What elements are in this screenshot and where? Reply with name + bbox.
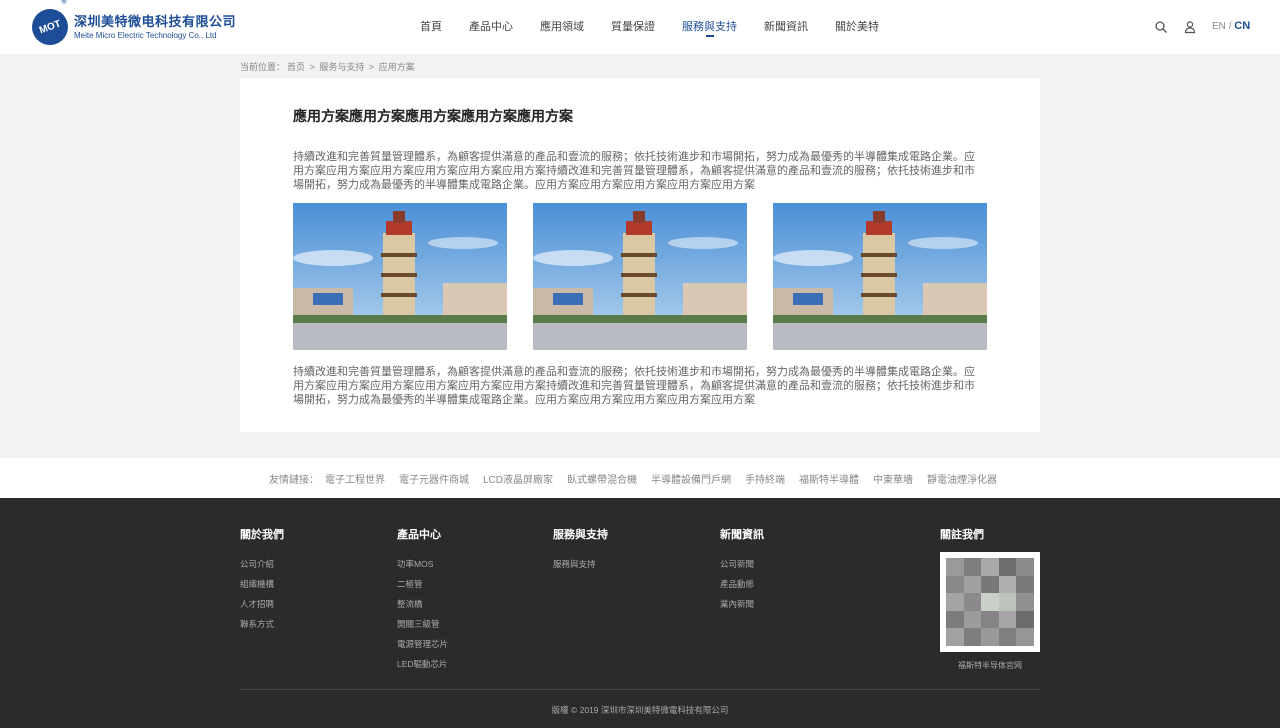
footer-column-products: 產品中心 功率MOS 二極管 整流橋 開關三級管 電源管理芯片 LED驅動芯片 — [397, 526, 448, 674]
tower-photo — [533, 203, 747, 350]
friend-link[interactable]: 手持終端 — [745, 471, 785, 486]
breadcrumb-prefix: 当前位置： — [240, 62, 286, 72]
qr-code-image — [946, 558, 1034, 646]
company-logo[interactable]: MOT ® 深圳美特微电科技有限公司 Meite Micro Electric … — [26, 0, 237, 51]
footer-column-title: 關註我們 — [940, 529, 984, 541]
footer-link[interactable]: 公司新聞 — [720, 554, 764, 574]
image-gallery — [293, 203, 987, 350]
copyright: 版權 © 2019 深圳市深圳美特微電科技有限公司 — [551, 705, 729, 715]
footer-column-follow: 關註我們 — [940, 526, 984, 554]
friend-link[interactable]: 電子元器件商城 — [399, 471, 469, 486]
company-name-cn: 深圳美特微电科技有限公司 — [74, 13, 237, 29]
registered-mark: ® — [61, 0, 67, 6]
main-nav: 首頁 產品中心 應用領域 質量保證 服務與支持 新聞資訊 關於美特 — [420, 0, 906, 54]
breadcrumb: 当前位置： 首页 > 服务与支持 > 应用方案 — [240, 60, 417, 73]
footer-column-service: 服務與支持 服務與支持 — [553, 526, 608, 574]
footer-column-title: 產品中心 — [397, 529, 441, 541]
friend-links-bar: 友情鏈接： 電子工程世界 電子元器件商城 LCD液晶屏廠家 臥式螺帶混合機 半導… — [0, 458, 1280, 498]
footer-link[interactable]: 電源管理芯片 — [397, 634, 448, 654]
nav-applications[interactable]: 應用領域 — [540, 0, 584, 54]
footer-link[interactable]: LED驅動芯片 — [397, 654, 448, 674]
friend-link[interactable]: 中東華墻 — [873, 471, 913, 486]
qr-code-caption: 福斯特半导体官网 — [958, 661, 1022, 670]
footer-link[interactable]: 產品動態 — [720, 574, 764, 594]
footer-link[interactable]: 二極管 — [397, 574, 448, 594]
friend-link[interactable]: 電子工程世界 — [325, 471, 385, 486]
nav-quality[interactable]: 質量保證 — [611, 0, 655, 54]
article-paragraph: 持續改進和完善質量管理體系，為顧客提供滿意的產品和壹流的服務；依托技術進步和市場… — [293, 366, 975, 406]
footer-link[interactable]: 開關三級管 — [397, 614, 448, 634]
footer-link[interactable]: 公司介紹 — [240, 554, 284, 574]
footer-link[interactable]: 人才招聘 — [240, 594, 284, 614]
footer-divider — [240, 689, 1040, 690]
tower-photo — [293, 203, 507, 350]
footer-link[interactable]: 業內新聞 — [720, 594, 764, 614]
friend-links-label: 友情鏈接： — [268, 474, 319, 486]
footer: 關於我們 公司介紹 組織機構 人才招聘 聯系方式 產品中心 功率MOS 二極管 … — [0, 498, 1280, 728]
content-card: 應用方案應用方案應用方案應用方案應用方案 持續改進和完善質量管理體系，為顧客提供… — [240, 78, 1040, 432]
nav-service-support[interactable]: 服務與支持 — [682, 0, 737, 54]
breadcrumb-separator: > — [309, 62, 315, 72]
friend-link[interactable]: 半導體設備門戶網 — [651, 471, 731, 486]
footer-column-news: 新聞資訊 公司新聞 產品動態 業內新聞 — [720, 526, 764, 614]
qr-code — [940, 552, 1040, 652]
footer-link[interactable]: 整流橋 — [397, 594, 448, 614]
nav-news[interactable]: 新聞資訊 — [764, 0, 808, 54]
lang-cn[interactable]: CN — [1234, 20, 1250, 32]
footer-link[interactable]: 服務與支持 — [553, 554, 608, 574]
breadcrumb-current: 应用方案 — [378, 62, 415, 72]
header: MOT ® 深圳美特微电科技有限公司 Meite Micro Electric … — [0, 0, 1280, 54]
friend-link[interactable]: LCD液晶屏廠家 — [483, 471, 553, 486]
user-icon[interactable] — [1183, 20, 1197, 34]
footer-link[interactable]: 組織機構 — [240, 574, 284, 594]
logo-mark-text: MOT — [37, 18, 63, 36]
nav-products[interactable]: 產品中心 — [469, 0, 513, 54]
nav-about[interactable]: 關於美特 — [835, 0, 879, 54]
footer-column-title: 關於我們 — [240, 529, 284, 541]
company-name-en: Meite Micro Electric Technology Co., Ltd — [74, 30, 217, 40]
language-switch: EN / CN — [1212, 20, 1250, 32]
lang-separator: / — [1228, 21, 1232, 32]
footer-column-title: 新聞資訊 — [720, 529, 764, 541]
breadcrumb-separator: > — [368, 62, 375, 72]
application-photo[interactable] — [773, 203, 987, 350]
friend-link[interactable]: 靜電油煙淨化器 — [927, 471, 997, 486]
footer-link[interactable]: 功率MOS — [397, 554, 448, 574]
application-photo[interactable] — [533, 203, 747, 350]
footer-column-about: 關於我們 公司介紹 組織機構 人才招聘 聯系方式 — [240, 526, 284, 634]
friend-link[interactable]: 福斯特半導體 — [799, 471, 859, 486]
search-icon[interactable] — [1154, 20, 1168, 34]
page-title: 應用方案應用方案應用方案應用方案應用方案 — [293, 108, 573, 124]
footer-column-title: 服務與支持 — [553, 529, 608, 541]
friend-link[interactable]: 臥式螺帶混合機 — [567, 471, 637, 486]
tower-photo — [773, 203, 987, 350]
logo-mark: MOT ® — [26, 0, 74, 51]
footer-link[interactable]: 聯系方式 — [240, 614, 284, 634]
application-photo[interactable] — [293, 203, 507, 350]
breadcrumb-home[interactable]: 首页 — [287, 62, 305, 72]
breadcrumb-service[interactable]: 服务与支持 — [319, 62, 364, 72]
lang-en[interactable]: EN — [1212, 21, 1226, 32]
article-paragraph: 持續改進和完善質量管理體系，為顧客提供滿意的產品和壹流的服務；依托技術進步和市場… — [293, 151, 975, 191]
nav-home[interactable]: 首頁 — [420, 0, 442, 54]
